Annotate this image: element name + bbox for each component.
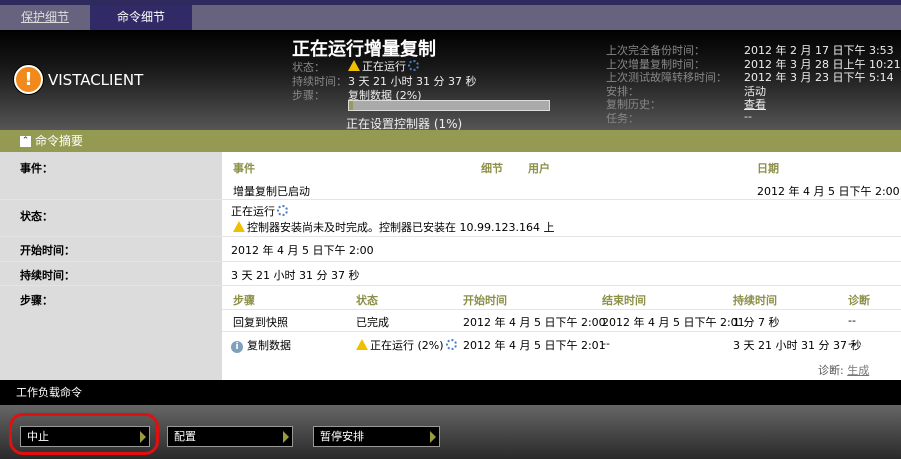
step-start: 2012 年 4 月 5 日下午 2:00: [463, 316, 606, 329]
status-value: 正在运行: [348, 58, 419, 74]
steps-col-header: 持续时间: [733, 294, 777, 307]
step-cell-duration: 3 天 21 小时 31 分 37 秒: [733, 337, 861, 353]
tab-command-details[interactable]: 命令细节: [90, 5, 192, 30]
step-start: 2012 年 4 月 5 日下午 2:01: [463, 339, 606, 352]
tab-protection-details[interactable]: 保护细节: [0, 5, 90, 30]
status-row-value: 正在运行: [231, 205, 275, 218]
status-text: 正在运行: [362, 60, 406, 73]
step-end: 2012 年 4 月 5 日下午 2:01: [602, 316, 745, 329]
col-detail: 细节: [481, 162, 503, 175]
steps-label: 步骤：: [20, 294, 53, 307]
spinner-icon: [445, 339, 457, 350]
duration-row: 持续时间： 3 天 21 小时 31 分 37 秒: [0, 262, 901, 286]
col-date: 日期: [757, 162, 779, 175]
step-cell-diag: --: [848, 314, 856, 327]
duration-label: 持续时间：: [20, 269, 75, 282]
info-icon[interactable]: i: [231, 341, 243, 353]
event-date: 2012 年 4 月 5 日下午 2:00: [757, 185, 900, 198]
step-step: 回复到快照: [233, 316, 288, 329]
step-cell-start: 2012 年 4 月 5 日下午 2:00: [463, 314, 606, 330]
diag-label: 诊断:: [818, 364, 844, 377]
info-value: 2012 年 3 月 23 日下午 5:14: [744, 71, 894, 84]
step-label: 步骤：: [292, 89, 325, 102]
summary-title: 命令摘要: [35, 134, 84, 148]
workload-commands-bar: 工作负载命令: [0, 380, 901, 405]
info-label: 任务：: [606, 111, 639, 125]
events-label: 事件：: [20, 162, 53, 175]
duration-value: 3 天 21 小时 31 分 37 秒: [231, 269, 360, 282]
pause-schedule-label: 暂停安排: [320, 430, 364, 443]
step-cell-step: i 复制数据: [231, 337, 291, 353]
step-cell-end: --: [602, 337, 610, 350]
alert-icon: !: [14, 65, 43, 94]
arrow-right-icon: [283, 431, 289, 443]
steps-row: 步骤： 步骤 状态 开始时间 结束时间 持续时间 诊断回复到快照 已完成 2012 年 4 月…: [0, 286, 901, 380]
step-status: 已完成: [356, 316, 389, 329]
tab-bar: 保护细节 命令细节: [0, 5, 901, 30]
status-row-label: 状态：: [20, 210, 53, 223]
step-diag: --: [848, 314, 856, 327]
arrow-right-icon: [430, 431, 436, 443]
client-name: VISTACLIENT: [48, 71, 144, 89]
step-duration: 3 天 21 小时 31 分 37 秒: [733, 339, 862, 352]
col-event: 事件: [233, 162, 255, 175]
warning-icon: [233, 221, 245, 232]
col-user: 用户: [528, 162, 550, 175]
spinner-icon: [408, 60, 419, 71]
step-status: 正在运行 (2%): [370, 339, 444, 352]
steps-col-header: 状态: [356, 294, 378, 307]
progress-fill: [349, 101, 353, 110]
step-diag: --: [848, 337, 856, 350]
configure-button[interactable]: 配置: [167, 426, 293, 447]
start-row: 开始时间： 2012 年 4 月 5 日下午 2:00: [0, 237, 901, 262]
step-cell-status: 正在运行 (2%): [356, 337, 457, 353]
step-cell-step: 回复到快照: [233, 314, 288, 330]
steps-col-header: 诊断: [848, 294, 870, 307]
steps-col-header: 结束时间: [602, 294, 646, 307]
start-label: 开始时间：: [20, 244, 75, 257]
warning-icon: [348, 60, 360, 71]
step-cell-status: 已完成: [356, 314, 389, 330]
event-name: 增量复制已启动: [233, 185, 310, 198]
step-cell-start: 2012 年 4 月 5 日下午 2:01: [463, 337, 606, 353]
configure-label: 配置: [174, 430, 196, 443]
steps-col-header: 开始时间: [463, 294, 507, 307]
command-summary-bar[interactable]: ⌃ 命令摘要: [0, 130, 901, 152]
start-value: 2012 年 4 月 5 日下午 2:00: [231, 244, 374, 257]
info-value: --: [744, 109, 752, 123]
steps-col-header: 步骤: [233, 294, 255, 307]
events-row: 事件： 事件 细节 用户 日期 增量复制已启动 2012 年 4 月 5 日下午…: [0, 152, 901, 200]
generate-diagnostics-link[interactable]: 生成: [847, 364, 869, 377]
step-cell-duration: 1 分 7 秒: [733, 314, 780, 330]
collapse-icon[interactable]: ⌃: [20, 136, 31, 147]
spinner-icon: [277, 205, 288, 216]
header: ! VISTACLIENT 正在运行增量复制 状态： 正在运行 持续时间： 3 …: [0, 30, 901, 131]
highlight-annotation: [9, 413, 159, 455]
step-cell-diag: --: [848, 337, 856, 350]
step-cell-end: 2012 年 4 月 5 日下午 2:01: [602, 314, 745, 330]
step-end: --: [602, 337, 610, 350]
pause-schedule-button[interactable]: 暂停安排: [313, 426, 440, 447]
status-warning: 控制器安装尚未及时完成。控制器已安装在 10.99.123.164 上: [247, 221, 555, 234]
step-duration: 1 分 7 秒: [733, 316, 780, 329]
warning-icon: [356, 339, 368, 350]
step-progress-bar: [348, 100, 550, 111]
step-step: 复制数据: [247, 339, 291, 352]
status-row: 状态： 正在运行 控制器安装尚未及时完成。控制器已安装在 10.99.123.1…: [0, 200, 901, 237]
